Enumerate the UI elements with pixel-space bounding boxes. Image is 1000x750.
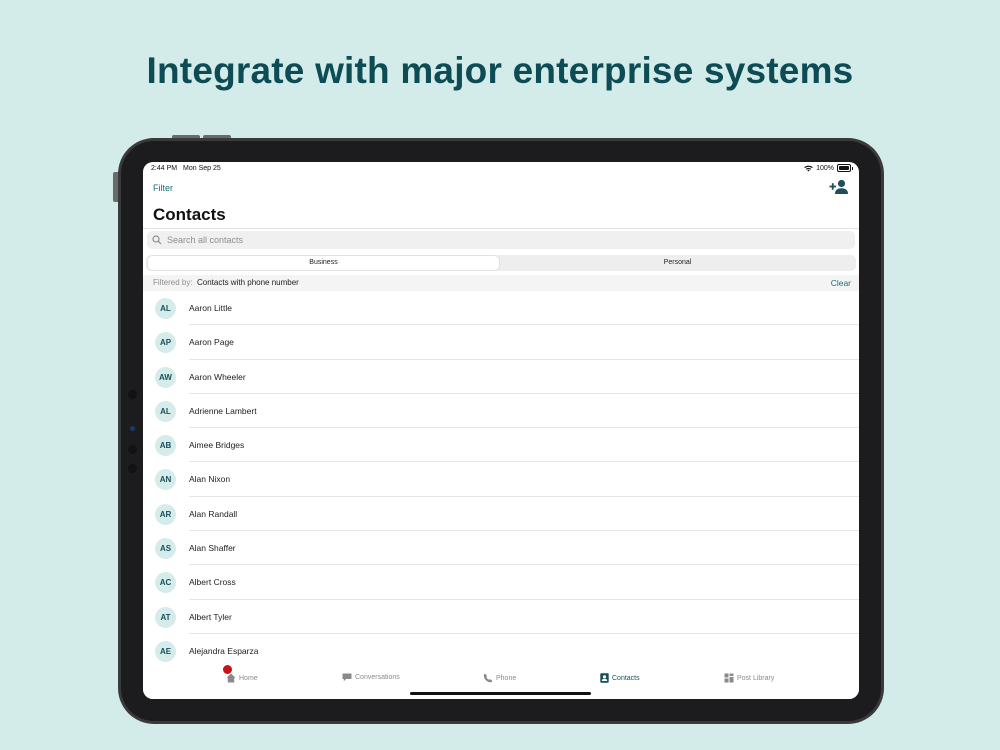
avatar: AL: [155, 298, 176, 319]
tab-label: Home: [239, 674, 258, 682]
contact-row[interactable]: AL Aaron Little: [143, 291, 859, 326]
contact-list: AL Aaron Little AP Aaron Page AW Aaron W…: [143, 291, 859, 668]
search-placeholder: Search all contacts: [167, 235, 244, 245]
sensor-dot: [128, 445, 137, 454]
battery-percent: 100%: [816, 164, 834, 172]
contact-row[interactable]: AR Alan Randall: [143, 497, 859, 532]
home-indicator: [410, 692, 591, 695]
headline: Integrate with major enterprise systems: [146, 50, 854, 91]
avatar: AE: [155, 640, 176, 662]
filter-bar: Filtered by: Contacts with phone number …: [143, 275, 859, 291]
contact-row[interactable]: AB Aimee Bridges: [143, 428, 859, 463]
tab-bar: Home Conversations Phone Contacts Post L…: [143, 664, 859, 699]
tab-home[interactable]: Home: [223, 665, 258, 683]
contact-row[interactable]: AC Albert Cross: [143, 565, 859, 600]
tab-label: Phone: [496, 674, 517, 682]
camera-lens: [130, 426, 135, 431]
contact-name: Albert Tyler: [189, 611, 232, 622]
avatar: AL: [155, 400, 176, 422]
contact-row[interactable]: AS Alan Shaffer: [143, 531, 859, 566]
search-icon: [152, 235, 162, 245]
search-input[interactable]: Search all contacts: [147, 231, 855, 249]
contact-name: Adrienne Lambert: [189, 405, 257, 416]
tab-label: Contacts: [612, 674, 640, 682]
avatar: AB: [155, 435, 176, 457]
tab-conversations[interactable]: Conversations: [342, 673, 400, 682]
avatar: AR: [155, 503, 176, 525]
segment-business[interactable]: Business: [148, 256, 499, 270]
contact-name: Aaron Page: [189, 337, 234, 348]
status-date: Mon Sep 25: [183, 165, 221, 172]
battery-icon: [837, 164, 853, 172]
contact-name: Aaron Wheeler: [189, 371, 246, 382]
avatar: AC: [155, 572, 176, 594]
grid-icon: [724, 673, 734, 683]
avatar: AS: [155, 538, 176, 560]
clear-filter-button[interactable]: Clear: [831, 278, 851, 288]
contact-name: Aimee Bridges: [189, 440, 245, 451]
chat-bubble-icon: [342, 673, 352, 682]
segment-personal[interactable]: Personal: [501, 256, 854, 270]
contact-card-icon: [600, 673, 609, 683]
avatar: AP: [155, 332, 176, 354]
status-time: 2:44 PM: [151, 165, 178, 172]
tab-label: Post Library: [737, 674, 775, 682]
page-title: Contacts: [153, 205, 226, 224]
contact-row[interactable]: AP Aaron Page: [143, 325, 859, 360]
tab-phone[interactable]: Phone: [483, 673, 516, 683]
contact-row[interactable]: AN Alan Nixon: [143, 462, 859, 498]
filter-label: Filtered by:: [153, 278, 193, 287]
contact-name: Aaron Little: [189, 303, 232, 313]
status-bar: 2:44 PM Mon Sep 25 100%: [143, 162, 859, 176]
app-screen: 2:44 PM Mon Sep 25 100% Filter Contacts …: [143, 162, 859, 699]
notification-badge: [223, 665, 232, 674]
contact-name: Alejandra Esparza: [189, 645, 259, 656]
tab-post-library[interactable]: Post Library: [724, 673, 774, 683]
wifi-icon: [804, 165, 813, 171]
segmented-control: Business Personal: [146, 255, 856, 271]
filter-value: Contacts with phone number: [197, 278, 299, 287]
filter-button[interactable]: Filter: [153, 183, 173, 193]
sensor-dot: [128, 390, 137, 399]
tab-label: Conversations: [355, 674, 400, 681]
divider: [143, 228, 859, 229]
phone-icon: [483, 673, 493, 683]
contact-name: Albert Cross: [189, 577, 236, 588]
avatar: AW: [155, 366, 176, 388]
avatar: AN: [155, 469, 176, 491]
sensor-dot: [128, 464, 137, 473]
contact-row[interactable]: AT Albert Tyler: [143, 600, 859, 635]
contact-name: Alan Shaffer: [189, 543, 236, 554]
contact-name: Alan Randall: [189, 508, 238, 519]
avatar: AT: [155, 606, 176, 628]
contact-row[interactable]: AL Adrienne Lambert: [143, 394, 859, 429]
tab-contacts[interactable]: Contacts: [600, 673, 640, 683]
contact-name: Alan Nixon: [189, 474, 231, 485]
home-icon: [226, 673, 236, 683]
add-contact-icon[interactable]: [829, 179, 849, 195]
contact-row[interactable]: AW Aaron Wheeler: [143, 360, 859, 395]
